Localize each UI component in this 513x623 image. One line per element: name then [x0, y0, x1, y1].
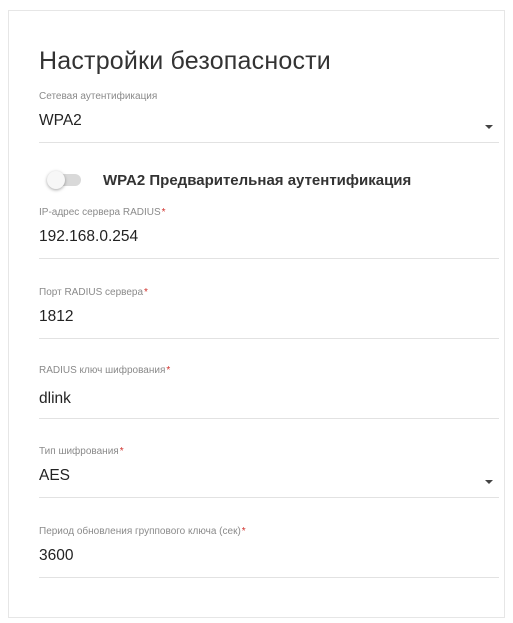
encryption-value: AES: [39, 467, 71, 484]
group-key-period-field[interactable]: Период обновления группового ключа (сек)…: [39, 526, 499, 578]
radius-ip-field[interactable]: IP-адрес сервера RADIUS* 192.168.0.254: [39, 207, 499, 259]
radius-key-label: RADIUS ключ шифрования*: [39, 365, 171, 376]
group-key-period-underline: [39, 577, 499, 578]
encryption-underline: [39, 497, 499, 498]
security-settings-panel: Настройки безопасности Сетевая аутентифи…: [8, 10, 505, 618]
required-mark: *: [166, 365, 171, 376]
network-auth-value: WPA2: [39, 112, 82, 129]
page-title: Настройки безопасности: [39, 47, 331, 75]
group-key-period-value: 3600: [39, 547, 74, 564]
radius-key-underline: [39, 418, 499, 419]
toggle-knob: [47, 171, 65, 189]
radius-port-label: Порт RADIUS сервера*: [39, 287, 148, 298]
preauth-label: WPA2 Предварительная аутентификация: [103, 171, 412, 189]
radius-ip-underline: [39, 258, 499, 259]
radius-key-field[interactable]: RADIUS ключ шифрования* dlink: [39, 365, 499, 419]
required-mark: *: [144, 287, 148, 298]
encryption-select[interactable]: Тип шифрования* AES: [39, 446, 499, 498]
radius-port-value: 1812: [39, 308, 74, 325]
preauth-toggle[interactable]: [47, 171, 83, 189]
required-mark: *: [161, 207, 166, 218]
radius-key-value: dlink: [39, 390, 71, 407]
group-key-period-label: Период обновления группового ключа (сек)…: [39, 526, 246, 537]
chevron-down-icon: [485, 125, 493, 129]
required-mark: *: [241, 526, 246, 537]
encryption-label: Тип шифрования*: [39, 446, 124, 457]
page: Настройки безопасности Сетевая аутентифи…: [0, 0, 513, 623]
network-auth-underline: [39, 142, 499, 143]
network-auth-select[interactable]: Сетевая аутентификация WPA2: [39, 91, 499, 143]
required-mark: *: [119, 446, 124, 457]
network-auth-label: Сетевая аутентификация: [39, 91, 158, 102]
radius-port-underline: [39, 338, 499, 339]
preauth-toggle-row: WPA2 Предварительная аутентификация: [47, 169, 411, 191]
radius-ip-label: IP-адрес сервера RADIUS*: [39, 207, 166, 218]
radius-port-field[interactable]: Порт RADIUS сервера* 1812: [39, 287, 499, 339]
chevron-down-icon: [485, 480, 493, 484]
radius-ip-value: 192.168.0.254: [39, 228, 139, 245]
